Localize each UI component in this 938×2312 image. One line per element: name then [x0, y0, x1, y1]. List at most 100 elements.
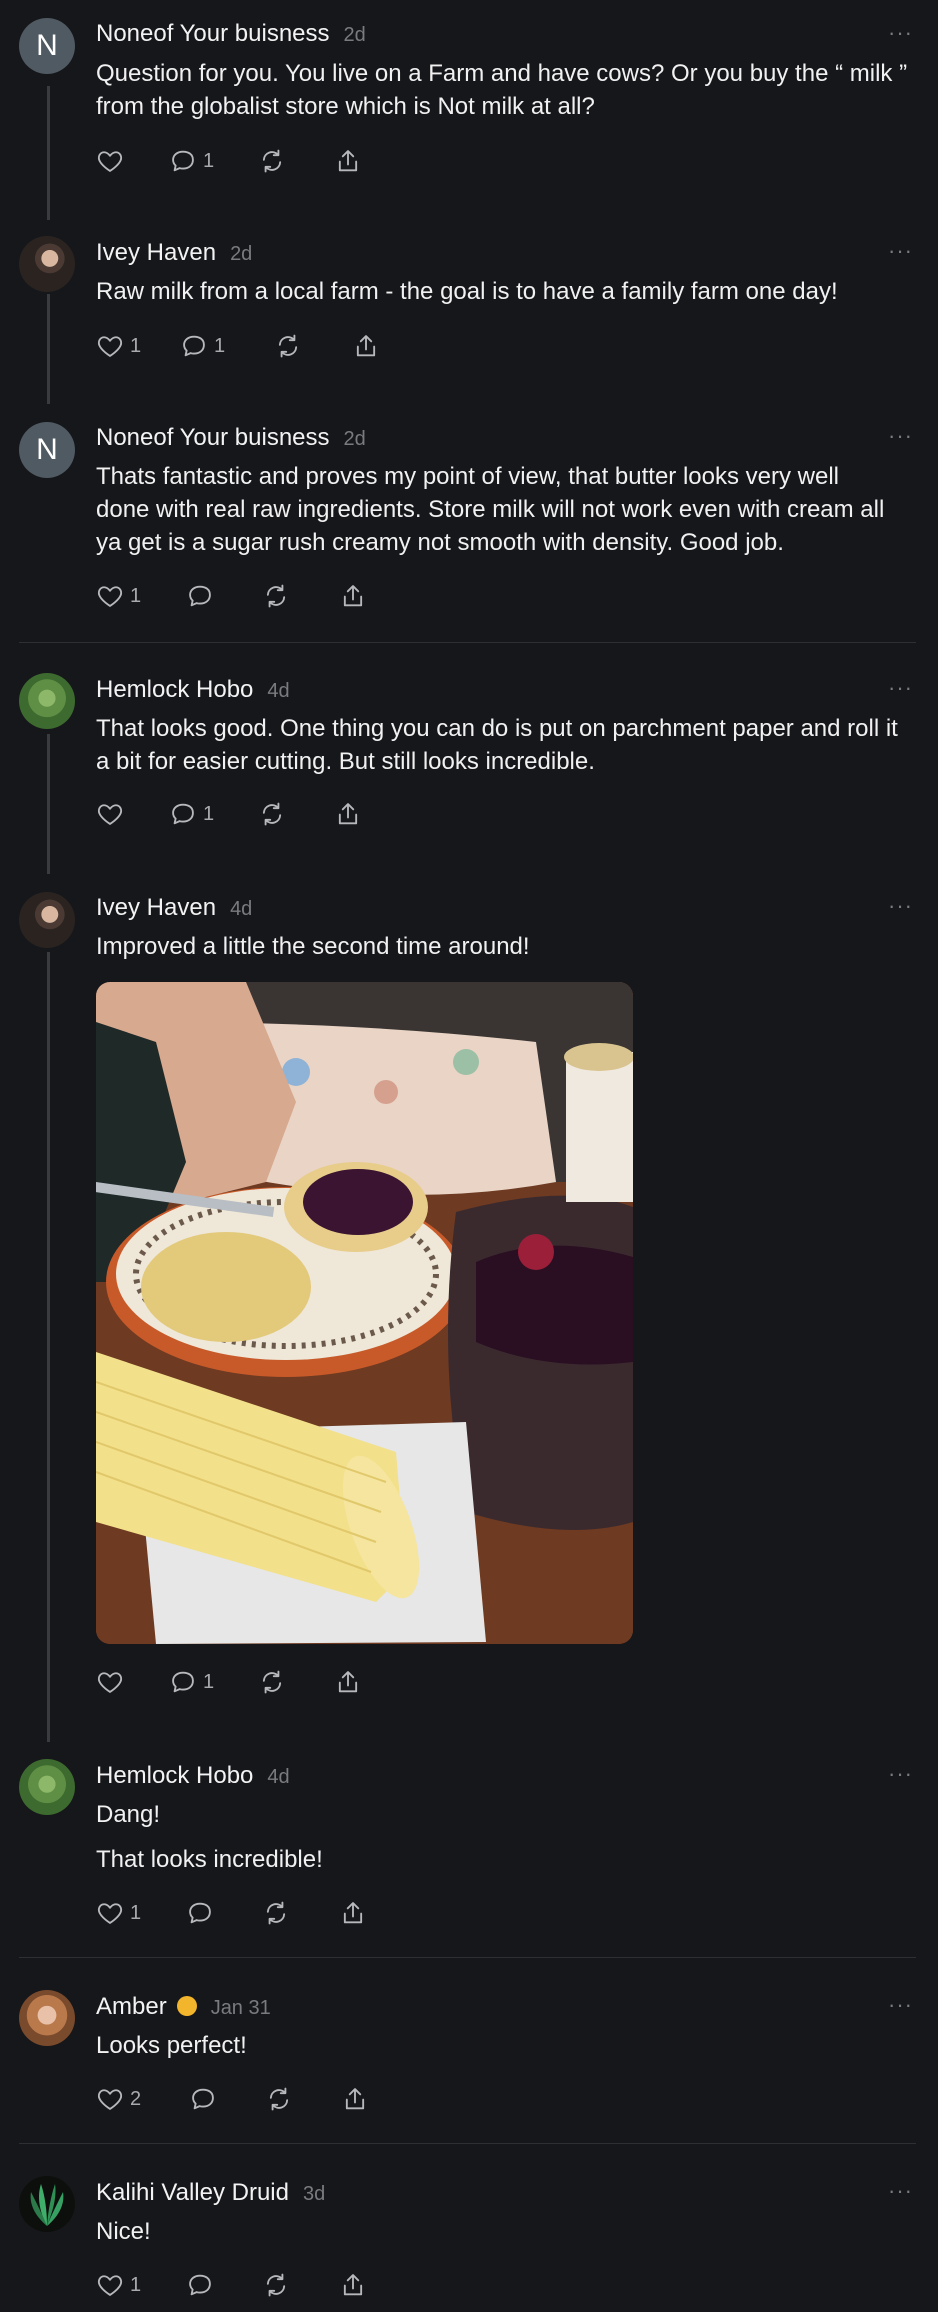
post-time: 4d: [267, 680, 290, 702]
share-icon: [339, 582, 367, 610]
author-name[interactable]: Hemlock Hobo: [96, 1762, 253, 1790]
heart-icon: [96, 800, 124, 828]
post-time: 2d: [343, 428, 366, 450]
like-button[interactable]: [96, 147, 169, 175]
comment-icon: [169, 1668, 197, 1696]
like-button[interactable]: 1: [96, 1899, 186, 1927]
sun-emoji-icon: [176, 1996, 197, 2016]
repost-icon: [258, 147, 286, 175]
avatar[interactable]: [19, 1990, 75, 2046]
heart-icon: [96, 582, 124, 610]
author-name[interactable]: Ivey Haven: [96, 894, 216, 922]
thread-line: [47, 86, 50, 220]
like-button[interactable]: [96, 800, 169, 828]
more-options-icon[interactable]: ···: [888, 893, 913, 919]
like-button[interactable]: 2: [96, 2085, 189, 2113]
author-name[interactable]: Noneof Your buisness: [96, 424, 330, 452]
reply-button[interactable]: 1: [169, 147, 258, 175]
comment-icon: [186, 582, 214, 610]
more-options-icon[interactable]: ···: [888, 20, 913, 46]
share-icon: [334, 147, 362, 175]
share-icon: [334, 1668, 362, 1696]
comment-icon: [169, 800, 197, 828]
share-button[interactable]: [339, 2271, 367, 2299]
comment-icon: [189, 2085, 217, 2113]
author-name[interactable]: Kalihi Valley Druid: [96, 2179, 289, 2207]
share-button[interactable]: [352, 332, 380, 360]
divider: [19, 2143, 916, 2144]
post-time: 4d: [267, 1766, 290, 1788]
heart-icon: [96, 2271, 124, 2299]
comment-icon: [186, 1899, 214, 1927]
avatar[interactable]: [19, 1759, 75, 1815]
share-button[interactable]: [339, 582, 367, 610]
like-button[interactable]: 1: [96, 332, 180, 360]
reply-button[interactable]: [189, 2085, 265, 2113]
repost-button[interactable]: [258, 1668, 334, 1696]
avatar[interactable]: [19, 892, 75, 948]
more-options-icon[interactable]: ···: [888, 675, 913, 701]
avatar[interactable]: [19, 2176, 75, 2232]
author-name[interactable]: Ivey Haven: [96, 239, 216, 267]
post-text: Raw milk from a local farm - the goal is…: [96, 278, 838, 305]
butter-bread-jam-photo: [96, 982, 633, 1644]
share-button[interactable]: [334, 147, 362, 175]
author-name[interactable]: Hemlock Hobo: [96, 676, 253, 704]
comment-icon: [186, 2271, 214, 2299]
post-time: Jan 31: [210, 1997, 271, 2019]
comment-icon: [180, 332, 208, 360]
reply-button[interactable]: [186, 2271, 262, 2299]
post-text: That looks good. One thing you can do is…: [96, 715, 898, 775]
more-options-icon[interactable]: ···: [888, 423, 913, 449]
like-button[interactable]: 1: [96, 582, 186, 610]
reply-button[interactable]: [186, 582, 262, 610]
post-text: Thats fantastic and proves my point of v…: [96, 463, 885, 556]
avatar[interactable]: N: [19, 422, 75, 478]
repost-icon: [258, 800, 286, 828]
post-text: Improved a little the second time around…: [96, 933, 530, 960]
repost-button[interactable]: [262, 2271, 339, 2299]
share-button[interactable]: [334, 800, 362, 828]
share-icon: [339, 1899, 367, 1927]
heart-icon: [96, 2085, 124, 2113]
reply-button[interactable]: 1: [169, 1668, 258, 1696]
share-button[interactable]: [339, 1899, 367, 1927]
repost-button[interactable]: [274, 332, 352, 360]
repost-button[interactable]: [262, 582, 339, 610]
author-name[interactable]: Noneof Your buisness: [96, 20, 330, 48]
reply-button[interactable]: [186, 1899, 262, 1927]
share-button[interactable]: [334, 1668, 362, 1696]
like-button[interactable]: [96, 1668, 169, 1696]
more-options-icon[interactable]: ···: [888, 1992, 913, 2018]
repost-button[interactable]: [258, 800, 334, 828]
more-options-icon[interactable]: ···: [888, 238, 913, 264]
thread-line: [47, 294, 50, 404]
comment-icon: [169, 147, 197, 175]
author-name[interactable]: Amber: [96, 1993, 167, 2021]
post-time: 2d: [343, 24, 366, 46]
repost-button[interactable]: [265, 2085, 341, 2113]
avatar[interactable]: N: [19, 18, 75, 74]
post-photo[interactable]: [96, 982, 633, 1644]
divider: [19, 642, 916, 643]
heart-icon: [96, 147, 124, 175]
avatar[interactable]: [19, 673, 75, 729]
share-icon: [339, 2271, 367, 2299]
post-time: 3d: [302, 2183, 326, 2205]
avatar[interactable]: [19, 236, 75, 292]
share-icon: [341, 2085, 369, 2113]
reply-button[interactable]: 1: [169, 800, 258, 828]
reply-button[interactable]: 1: [180, 332, 274, 360]
more-options-icon[interactable]: ···: [888, 1761, 913, 1787]
share-button[interactable]: [341, 2085, 369, 2113]
repost-button[interactable]: [262, 1899, 339, 1927]
thread-line: [47, 734, 50, 874]
post-text: Nice!: [96, 2218, 151, 2245]
thread-line: [47, 952, 50, 1742]
more-options-icon[interactable]: ···: [888, 2178, 913, 2204]
post-text: Looks perfect!: [96, 2032, 247, 2059]
share-icon: [334, 800, 362, 828]
like-button[interactable]: 1: [96, 2271, 186, 2299]
divider: [19, 1957, 916, 1958]
repost-button[interactable]: [258, 147, 334, 175]
